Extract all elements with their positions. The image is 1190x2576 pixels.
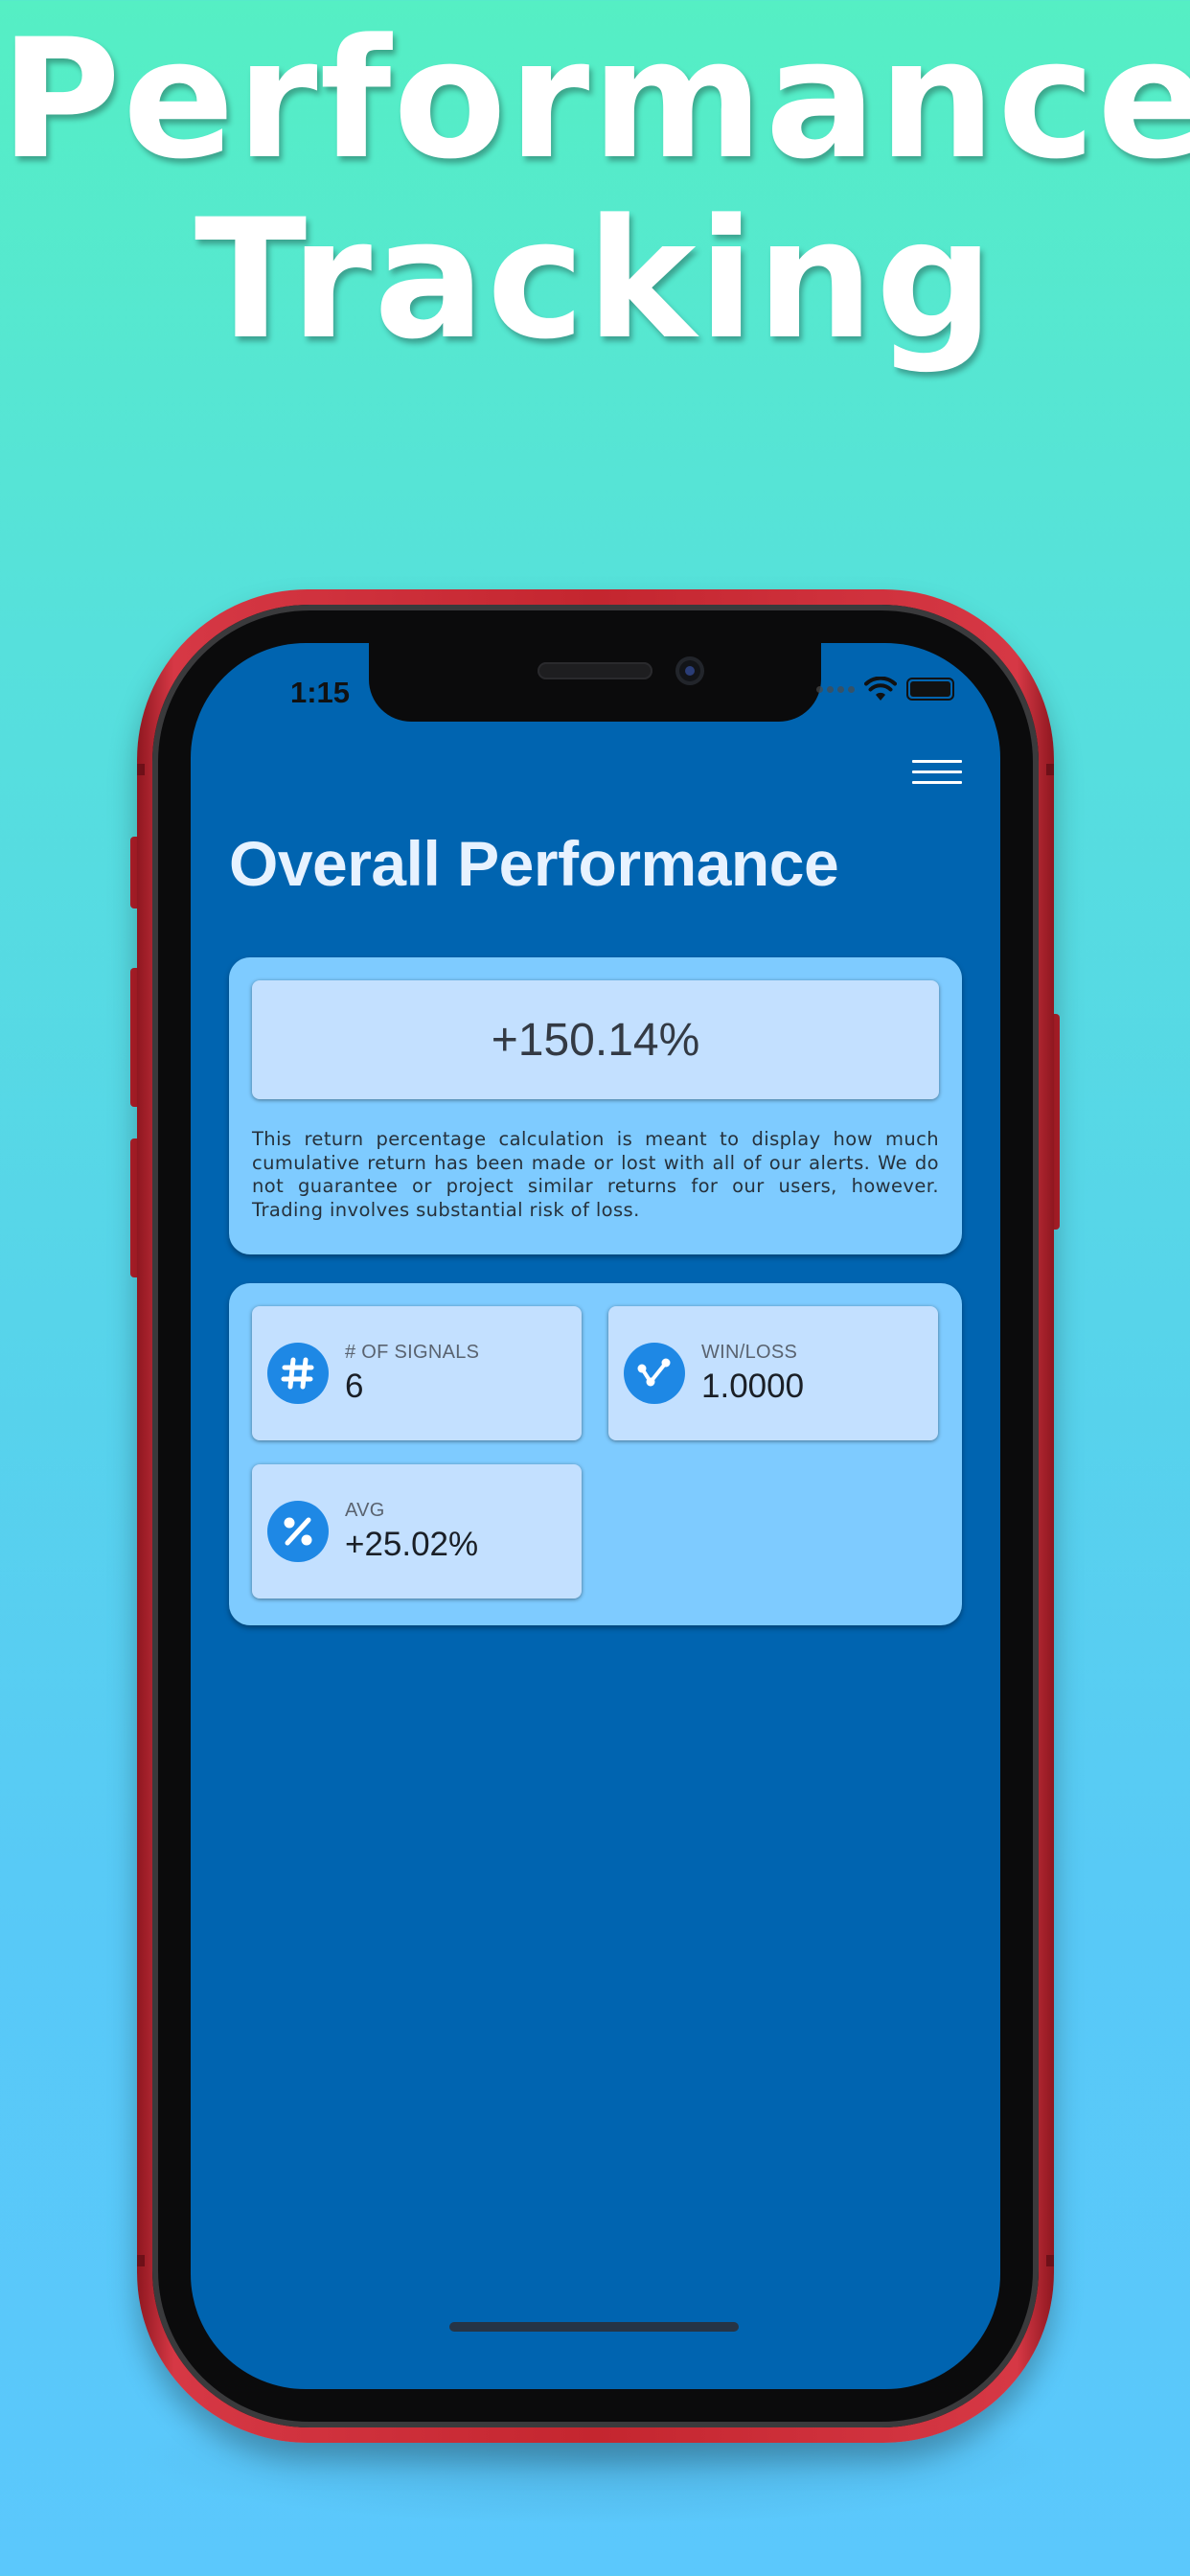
stat-label: AVG: [345, 1500, 385, 1521]
stat-value: 1.0000: [701, 1368, 805, 1405]
antenna-band: [1046, 2255, 1054, 2266]
signal-icon: [816, 685, 855, 693]
page-title: Overall Performance: [229, 828, 839, 899]
hamburger-menu-icon[interactable]: [912, 760, 962, 789]
phone-frame: 1:15 Overall Performance +150.14% This r…: [137, 589, 1054, 2443]
stat-value: +25.02%: [345, 1526, 479, 1563]
return-disclaimer: This return percentage calculation is me…: [252, 1128, 939, 1221]
antenna-band: [137, 764, 145, 775]
stats-card: # OF SIGNALS 6 WIN/LOSS 1.0000 AVG +25.0…: [229, 1283, 962, 1625]
hash-icon: [267, 1343, 329, 1404]
notch: [369, 643, 821, 722]
speaker-grille: [538, 662, 652, 679]
chart-line-icon: [624, 1343, 685, 1404]
overall-return-value: +150.14%: [252, 980, 939, 1099]
home-indicator[interactable]: [449, 2322, 739, 2332]
stat-tile-signals: # OF SIGNALS 6: [252, 1306, 582, 1440]
app-screen: 1:15 Overall Performance +150.14% This r…: [191, 643, 1000, 2389]
stat-tile-avg: AVG +25.02%: [252, 1464, 582, 1598]
front-camera-icon: [675, 656, 704, 685]
status-icons: [816, 677, 954, 701]
status-time: 1:15: [289, 676, 351, 709]
headline-line-1: Performance: [0, 3, 1190, 196]
stat-label: WIN/LOSS: [701, 1342, 798, 1363]
wifi-icon: [864, 677, 897, 701]
stat-value: 6: [345, 1368, 364, 1405]
battery-icon: [906, 678, 954, 701]
stat-tile-win-loss: WIN/LOSS 1.0000: [608, 1306, 938, 1440]
headline-line-2: Tracking: [194, 183, 996, 376]
antenna-band: [137, 2255, 145, 2266]
percent-icon: [267, 1501, 329, 1562]
stat-label: # OF SIGNALS: [345, 1342, 480, 1363]
overall-return-card: +150.14% This return percentage calculat…: [229, 957, 962, 1254]
antenna-band: [1046, 764, 1054, 775]
promo-headline: Performance Tracking: [0, 10, 1190, 370]
